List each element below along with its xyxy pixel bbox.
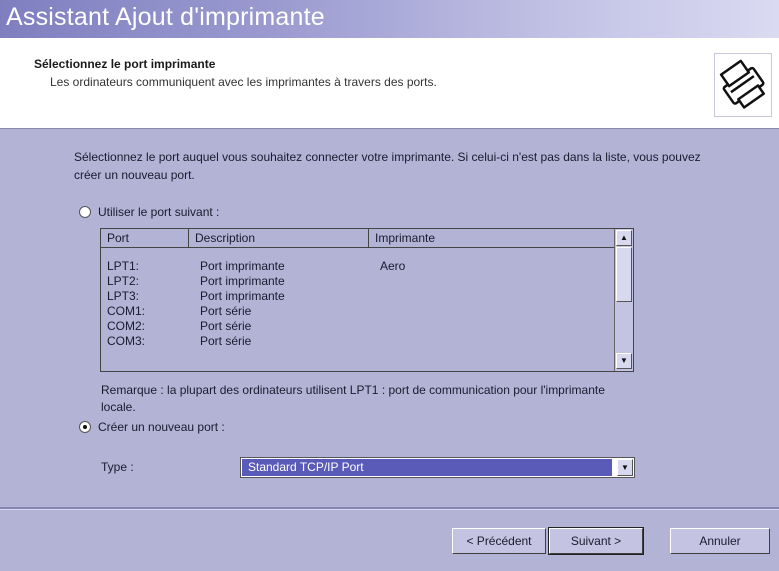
cancel-button[interactable]: Annuler xyxy=(670,528,770,554)
port-type-value: Standard TCP/IP Port xyxy=(242,459,612,476)
header-subtitle: Les ordinateurs communiquent avec les im… xyxy=(50,75,437,89)
port-cell: COM1: xyxy=(107,304,146,318)
type-label: Type : xyxy=(101,460,134,474)
port-cell: COM3: xyxy=(107,334,146,348)
window-title: Assistant Ajout d'imprimante xyxy=(6,3,325,31)
port-cell: LPT1: xyxy=(107,259,140,273)
instruction-text: Sélectionnez le port auquel vous souhait… xyxy=(74,150,701,182)
description-cell: Port imprimante xyxy=(200,274,285,288)
create-port-label-text: Créer un nouveau port : xyxy=(98,420,225,434)
create-port-label[interactable]: Créer un nouveau port : xyxy=(98,420,225,434)
next-button[interactable]: Suivant > xyxy=(548,527,644,555)
description-cell: Port imprimante xyxy=(200,289,285,303)
port-row[interactable]: LPT3: Port imprimante xyxy=(101,289,615,304)
port-list-header: Port Description Imprimante xyxy=(101,229,615,249)
port-row[interactable]: LPT1: Port imprimante Aero xyxy=(101,259,615,274)
port-row[interactable]: COM3: Port série xyxy=(101,334,615,349)
printer-icon xyxy=(714,53,772,117)
description-cell: Port série xyxy=(200,319,252,333)
column-header-description[interactable]: Description xyxy=(189,229,369,248)
scroll-thumb[interactable] xyxy=(616,247,632,302)
chevron-down-icon[interactable]: ▼ xyxy=(617,459,633,476)
scroll-up-button[interactable]: ▲ xyxy=(616,230,632,246)
port-list-scrollbar[interactable]: ▲ ▼ xyxy=(614,229,633,371)
use-port-label-text: Utiliser le port suivant : xyxy=(98,205,220,219)
port-list[interactable]: Port Description Imprimante LPT1: Port i… xyxy=(100,228,634,372)
use-port-radio[interactable] xyxy=(79,206,91,218)
title-bar: Assistant Ajout d'imprimante xyxy=(0,0,779,38)
column-header-printer[interactable]: Imprimante xyxy=(369,229,615,248)
description-cell: Port série xyxy=(200,304,252,318)
scroll-down-button[interactable]: ▼ xyxy=(616,353,632,369)
remark-text: Remarque : la plupart des ordinateurs ut… xyxy=(101,383,605,414)
port-cell: LPT3: xyxy=(107,289,140,303)
use-port-label[interactable]: Utiliser le port suivant : xyxy=(98,205,219,219)
wizard-header: Sélectionnez le port imprimante Les ordi… xyxy=(0,38,779,129)
column-header-port[interactable]: Port xyxy=(101,229,189,248)
printer-cell: Aero xyxy=(380,259,406,273)
port-row[interactable]: COM2: Port série xyxy=(101,319,615,334)
port-type-select[interactable]: Standard TCP/IP Port ▼ xyxy=(240,457,635,478)
footer-divider xyxy=(0,507,779,510)
port-row[interactable]: LPT2: Port imprimante xyxy=(101,274,615,289)
port-cell: COM2: xyxy=(107,319,146,333)
create-port-radio[interactable] xyxy=(79,421,91,433)
description-cell: Port imprimante xyxy=(200,259,285,273)
header-title: Sélectionnez le port imprimante xyxy=(34,57,216,71)
description-cell: Port série xyxy=(200,334,252,348)
back-button[interactable]: < Précédent xyxy=(452,528,546,554)
port-row[interactable]: COM1: Port série xyxy=(101,304,615,319)
port-cell: LPT2: xyxy=(107,274,140,288)
